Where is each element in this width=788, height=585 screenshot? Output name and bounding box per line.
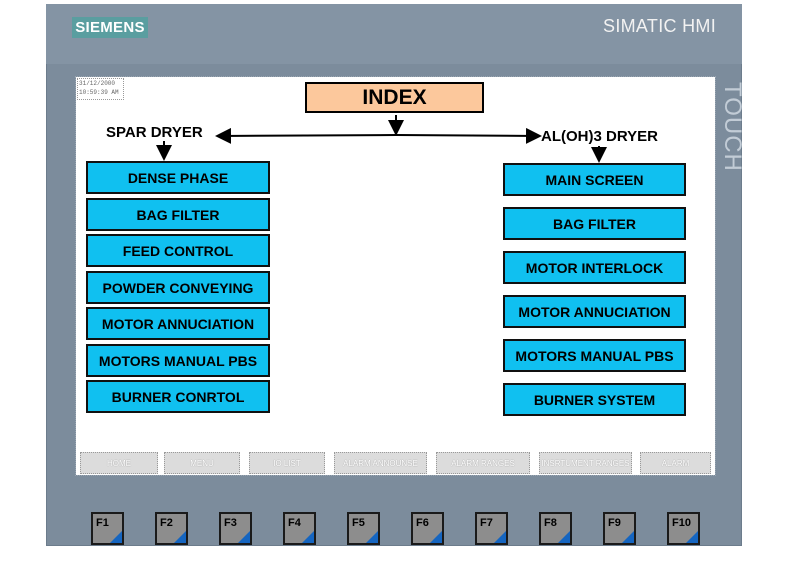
arrow-to-aloh bbox=[395, 127, 542, 144]
aloh-bag-filter-button[interactable]: BAG FILTER bbox=[503, 207, 686, 240]
main-screen-button[interactable]: MAIN SCREEN bbox=[503, 163, 686, 196]
f9-key[interactable]: F9 bbox=[603, 512, 636, 545]
home-softkey[interactable]: HOME bbox=[80, 452, 158, 474]
aloh-dryer-title: AL(OH)3 DRYER bbox=[541, 128, 658, 145]
brand-logo: SIEMENS bbox=[72, 17, 148, 38]
spar-motor-annuciation-button[interactable]: MOTOR ANNUCIATION bbox=[86, 307, 270, 340]
key-corner-icon bbox=[302, 531, 314, 543]
alarm-softkey[interactable]: ALARM bbox=[640, 452, 711, 474]
hmi-screen: 31/12/2000 10:59:39 AM INDEX SPAR DRYER … bbox=[75, 76, 716, 476]
f1-key[interactable]: F1 bbox=[91, 512, 124, 545]
f7-label: F7 bbox=[480, 517, 493, 529]
f4-label: F4 bbox=[288, 517, 301, 529]
burner-system-button[interactable]: BURNER SYSTEM bbox=[503, 383, 686, 416]
f2-label: F2 bbox=[160, 517, 173, 529]
touch-label: TOUCH bbox=[719, 82, 746, 172]
f5-label: F5 bbox=[352, 517, 365, 529]
f10-key[interactable]: F10 bbox=[667, 512, 700, 545]
f8-label: F8 bbox=[544, 517, 557, 529]
f9-label: F9 bbox=[608, 517, 621, 529]
key-corner-icon bbox=[366, 531, 378, 543]
aloh-motor-annuciation-button[interactable]: MOTOR ANNUCIATION bbox=[503, 295, 686, 328]
powder-conveying-button[interactable]: POWDER CONVEYING bbox=[86, 271, 270, 304]
f10-label: F10 bbox=[672, 517, 691, 529]
key-corner-icon bbox=[174, 531, 186, 543]
function-bar: HOME MENU IO LIST ALARM ANNOUNSE ALARM R… bbox=[76, 452, 715, 474]
f3-label: F3 bbox=[224, 517, 237, 529]
key-corner-icon bbox=[494, 531, 506, 543]
alarm-announce-softkey[interactable]: ALARM ANNOUNSE bbox=[334, 452, 427, 474]
f4-key[interactable]: F4 bbox=[283, 512, 316, 545]
key-corner-icon bbox=[430, 531, 442, 543]
f2-key[interactable]: F2 bbox=[155, 512, 188, 545]
key-corner-icon bbox=[110, 531, 122, 543]
key-corner-icon bbox=[558, 531, 570, 543]
alarm-ranges-softkey[interactable]: ALARM RANGES bbox=[436, 452, 530, 474]
spar-motors-manual-pbs-button[interactable]: MOTORS MANUAL PBS bbox=[86, 344, 270, 377]
f8-key[interactable]: F8 bbox=[539, 512, 572, 545]
burner-control-button[interactable]: BURNER CONRTOL bbox=[86, 380, 270, 413]
motor-interlock-button[interactable]: MOTOR INTERLOCK bbox=[503, 251, 686, 284]
f7-key[interactable]: F7 bbox=[475, 512, 508, 545]
feed-control-button[interactable]: FEED CONTROL bbox=[86, 234, 270, 267]
f5-key[interactable]: F5 bbox=[347, 512, 380, 545]
key-corner-icon bbox=[622, 531, 634, 543]
f1-label: F1 bbox=[96, 517, 109, 529]
arrow-to-spar bbox=[215, 127, 397, 144]
f3-key[interactable]: F3 bbox=[219, 512, 252, 545]
model-label: SIMATIC HMI bbox=[603, 16, 716, 36]
io-list-softkey[interactable]: IO LIST bbox=[249, 452, 325, 474]
menu-softkey[interactable]: MENU bbox=[164, 452, 240, 474]
instrument-ranges-softkey[interactable]: INSRTUMENT RANGES bbox=[539, 452, 632, 474]
key-corner-icon bbox=[686, 531, 698, 543]
key-corner-icon bbox=[238, 531, 250, 543]
aloh-motors-manual-pbs-button[interactable]: MOTORS MANUAL PBS bbox=[503, 339, 686, 372]
spar-bag-filter-button[interactable]: BAG FILTER bbox=[86, 198, 270, 231]
f6-key[interactable]: F6 bbox=[411, 512, 444, 545]
f6-label: F6 bbox=[416, 517, 429, 529]
spar-dryer-title: SPAR DRYER bbox=[106, 124, 203, 141]
dense-phase-button[interactable]: DENSE PHASE bbox=[86, 161, 270, 194]
